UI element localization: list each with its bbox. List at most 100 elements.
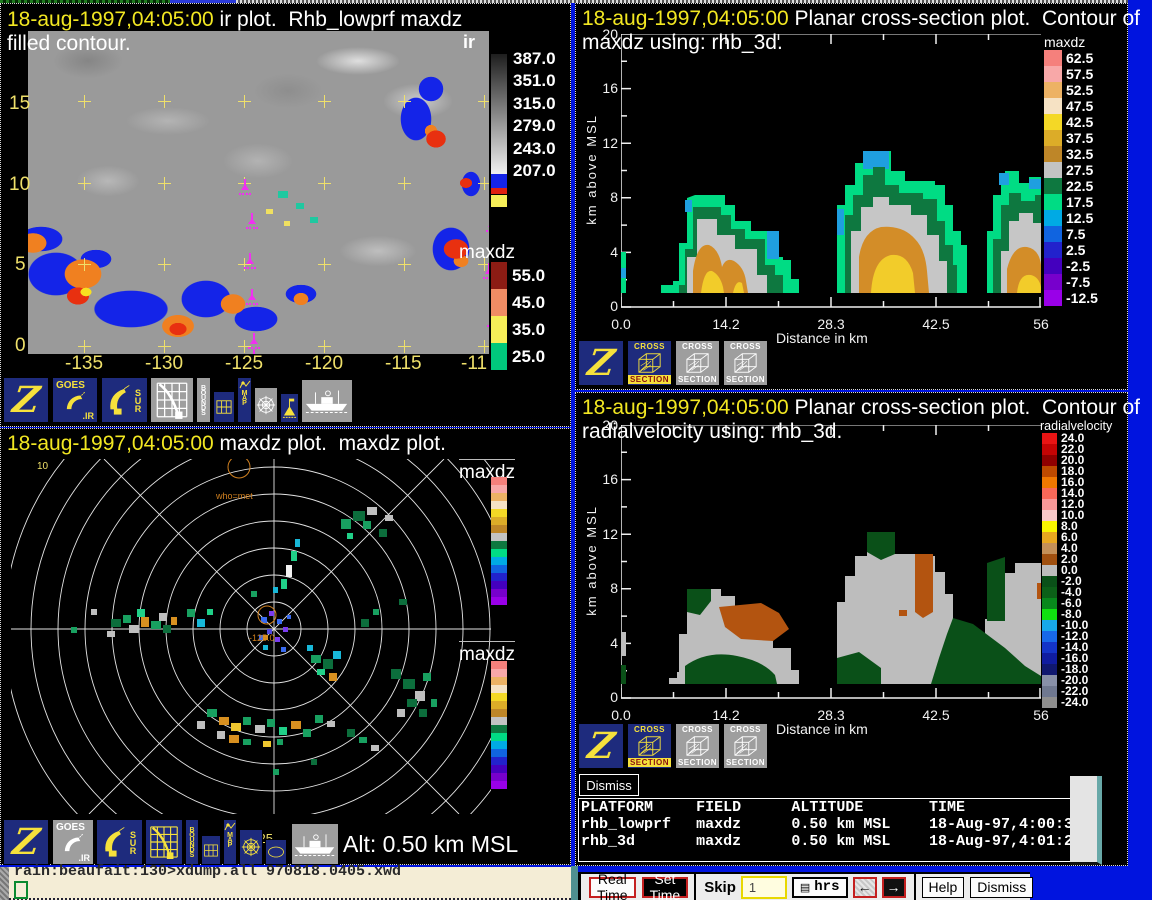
title-text2: filled contour. xyxy=(7,32,131,55)
goes-ir-button[interactable]: GOES .IR xyxy=(52,819,94,865)
surveillance-radar-button[interactable]: SUR xyxy=(101,377,148,423)
section-label: SECTION xyxy=(628,375,671,384)
cross-section-button-3[interactable]: CROSS SECTION xyxy=(723,723,768,769)
echo-speck xyxy=(296,203,304,209)
cross-section-button-2[interactable]: CROSS SECTION xyxy=(675,340,720,386)
colorbar-swatch xyxy=(491,685,507,693)
dismiss-bar-button[interactable]: Dismiss xyxy=(970,877,1033,898)
bounds-button[interactable]: BOUNDS xyxy=(196,377,211,423)
cube-icon xyxy=(732,351,760,375)
map-button[interactable]: MAP xyxy=(223,819,237,865)
scrollbar-panel[interactable] xyxy=(1070,776,1102,865)
zebra-logo-button[interactable]: Z xyxy=(578,340,624,386)
satellite-dish-icon xyxy=(64,391,86,411)
goes-ir-button[interactable]: GOES .IR xyxy=(52,377,98,423)
colorbar-label: 5.0 xyxy=(513,750,549,768)
colorbar-swatch xyxy=(491,533,507,541)
grid-cross-icon xyxy=(78,177,91,190)
title-text: Planar cross-section plot. Contour of xyxy=(789,396,1140,419)
colorbar-swatch xyxy=(491,589,507,597)
goes-label: GOES xyxy=(53,822,85,833)
x-tick: 56 xyxy=(1031,316,1051,332)
hrs-units-button[interactable]: ▤hrs xyxy=(792,877,848,898)
small-grid-button[interactable] xyxy=(201,835,221,865)
colorbar-swatch xyxy=(1044,210,1062,226)
radialvelocity-cross-section-plot[interactable] xyxy=(621,425,1041,701)
dismiss-button[interactable]: Dismiss xyxy=(579,774,639,796)
colorbar-label: 37.5 xyxy=(1066,130,1093,146)
cross-section-button-1[interactable]: CROSS SECTION xyxy=(627,723,672,769)
ir-colorbar-red xyxy=(491,188,507,194)
x-tick: 0.0 xyxy=(608,707,634,723)
cross-section-button-1[interactable]: CROSS SECTION xyxy=(627,340,672,386)
echo-speck xyxy=(266,209,273,214)
maxdz-cross-section-plot[interactable] xyxy=(621,34,1041,310)
cs-maxdz-title-line1: 18-aug-1997,04:05:00 Planar cross-sectio… xyxy=(582,7,1140,31)
title-text2: radialvelocity using: rhb_3d. xyxy=(582,420,842,443)
help-button[interactable]: Help xyxy=(922,877,965,898)
colorbar-swatch xyxy=(491,717,507,725)
lon-tick: -115 xyxy=(385,353,422,375)
grid-icon xyxy=(203,843,219,858)
radar-ppi-display[interactable]: who=met -125.0 xyxy=(11,459,491,814)
colorbar-swatch xyxy=(1042,697,1057,708)
sur-label: SUR xyxy=(133,388,142,412)
cross-section-button-3[interactable]: CROSS SECTION xyxy=(723,340,768,386)
field-cell: maxdz xyxy=(694,816,789,833)
range-rings-button[interactable] xyxy=(239,829,263,865)
map-button[interactable]: MAP xyxy=(237,377,252,423)
skip-value-input[interactable] xyxy=(741,876,787,899)
ellipse-button[interactable] xyxy=(265,839,287,865)
ir-colorbar-title: ir xyxy=(463,32,475,53)
map-splotch-icon xyxy=(239,380,251,390)
cube-icon xyxy=(732,734,760,758)
zebra-logo-button[interactable]: Z xyxy=(578,723,624,769)
time-control-bar: Real Time Set Time Skip ▤hrs ← → Help Di… xyxy=(578,872,1030,900)
ship-button[interactable] xyxy=(301,379,353,423)
grid-cross-icon xyxy=(238,95,251,108)
colorbar-swatch xyxy=(491,669,507,677)
zebra-logo-button[interactable]: Z xyxy=(3,819,49,865)
y-tick: 8 xyxy=(598,189,618,205)
colorbar-swatch xyxy=(1044,114,1062,130)
radar-grid-button[interactable] xyxy=(150,377,194,423)
colorbar-label: 2.5 xyxy=(1066,242,1085,258)
grid-cross-icon xyxy=(398,95,411,108)
colorbar-label: 27.5 xyxy=(1066,162,1093,178)
bounds-button[interactable]: BOUNDS xyxy=(185,819,199,865)
terminal-resize-strip[interactable] xyxy=(0,867,9,900)
step-back-button[interactable]: ← xyxy=(853,877,877,898)
step-forward-button[interactable]: → xyxy=(882,877,906,898)
satellite-image[interactable] xyxy=(28,31,489,354)
lon-tick: -135 xyxy=(65,353,103,375)
colorbar-swatch xyxy=(491,316,507,343)
timestamp: 18-aug-1997,04:05:00 xyxy=(582,396,789,419)
colorbar-swatch xyxy=(491,749,507,757)
bounds-label: BOUNDS xyxy=(189,827,196,857)
colorbar-label: 17.5 xyxy=(1066,194,1093,210)
real-time-button[interactable]: Real Time xyxy=(589,877,636,898)
colorbar-label: 5.0 xyxy=(513,566,549,584)
grid-cross-icon xyxy=(318,95,331,108)
ir-colorbar-blue xyxy=(491,174,507,188)
colorbar-swatch xyxy=(491,517,507,525)
range-rings-icon xyxy=(255,394,277,416)
colorbar-swatch xyxy=(1042,631,1057,642)
cross-section-button-2[interactable]: CROSS SECTION xyxy=(675,723,720,769)
ship-button[interactable] xyxy=(291,823,339,865)
colorbar-swatch xyxy=(491,773,507,781)
zebra-logo-button[interactable]: Z xyxy=(3,377,49,423)
radar-grid-button[interactable] xyxy=(145,819,183,865)
set-time-button[interactable]: Set Time xyxy=(642,877,689,898)
colorbar-swatch xyxy=(491,597,507,605)
terminal-window[interactable]: rain:beaufait:130>xdump.all 970818.0405.… xyxy=(0,867,571,900)
section-label: SECTION xyxy=(628,758,671,767)
buoy-button[interactable] xyxy=(280,393,299,423)
range-rings-button[interactable] xyxy=(254,387,278,423)
grid-cross-icon xyxy=(158,340,171,353)
surveillance-radar-button[interactable]: SUR xyxy=(96,819,143,865)
ir-plot-title-line1: 18-aug-1997,04:05:00 ir plot. Rhb_lowprf… xyxy=(7,8,462,32)
cs-rv-title-line2: radialvelocity using: rhb_3d. xyxy=(582,420,842,444)
small-grid-button[interactable] xyxy=(213,391,235,423)
title-text2: maxdz using: rhb_3d. xyxy=(582,31,783,54)
